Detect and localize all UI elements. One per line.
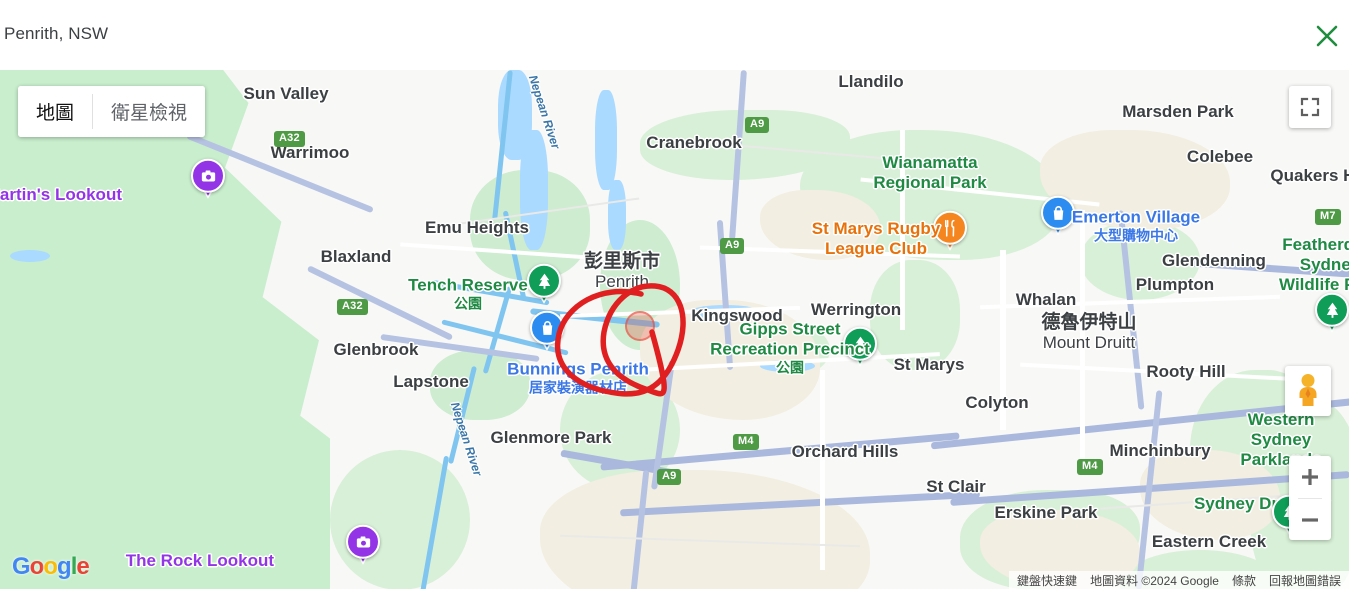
zoom-out-button[interactable] — [1289, 499, 1331, 541]
map-poi-label[interactable]: Tench Reserve 公園 — [408, 276, 528, 313]
close-button[interactable] — [1309, 18, 1345, 54]
map-canvas[interactable]: Sun Valley Llandilo Marsden Park Warrimoo Cr… — [0, 70, 1349, 589]
street-view-pegman-icon — [1299, 374, 1317, 406]
map-poi-label[interactable]: The Rock Lookout — [126, 551, 274, 571]
plus-icon — [1302, 469, 1318, 485]
map-type-toggle[interactable]: 地圖 衛星檢視 — [18, 86, 206, 137]
report-map-error-link[interactable]: 回報地圖錯誤 — [1269, 572, 1341, 589]
map-poi-label[interactable]: St Marys Rugby League Club — [812, 219, 940, 259]
zoom-controls[interactable] — [1289, 456, 1331, 540]
map-type-map-button[interactable]: 地圖 — [18, 86, 93, 137]
page-title: Penrith, NSW — [4, 24, 109, 43]
map-poi-pin[interactable] — [346, 524, 380, 567]
google-logo[interactable]: Google — [12, 553, 90, 581]
map-poi-label[interactable]: Martin's Lookout — [0, 185, 122, 205]
terms-link[interactable]: 條款 — [1232, 572, 1256, 589]
map-poi-layer: Martin's Lookout Tench Reserve公園 Bunnings … — [0, 70, 1349, 589]
street-view-pegman-button[interactable] — [1285, 366, 1331, 416]
map-poi-label[interactable]: Emerton Village 大型購物中心 — [1072, 208, 1200, 245]
minus-icon — [1302, 518, 1318, 522]
map-poi-label[interactable]: Gipps Street Recreation Precinct 公園 — [710, 320, 870, 377]
map-poi-pin[interactable] — [1041, 195, 1075, 238]
fullscreen-button[interactable] — [1289, 86, 1331, 128]
map-data-text: 地圖資料 ©2024 Google — [1090, 573, 1219, 588]
keyboard-shortcuts-link[interactable]: 鍵盤快速鍵 — [1017, 572, 1077, 589]
map-poi-pin[interactable] — [530, 310, 564, 353]
attribution-bar: 鍵盤快速鍵 地圖資料 ©2024 Google 條款 回報地圖錯誤 — [1009, 571, 1349, 589]
zoom-in-button[interactable] — [1289, 456, 1331, 498]
close-icon — [1316, 25, 1338, 47]
map-dialog: Penrith, NSW Sun Valley Llandilo Marsden… — [0, 0, 1349, 589]
map-type-satellite-button[interactable]: 衛星檢視 — [93, 86, 206, 137]
map-poi-pin[interactable] — [191, 158, 225, 201]
location-marker-dot — [625, 311, 655, 341]
map-poi-label[interactable]: Bunnings Penrith 居家裝潢器材店 — [507, 360, 649, 397]
dialog-header: Penrith, NSW — [0, 0, 1349, 70]
map-poi-pin[interactable] — [527, 263, 561, 306]
fullscreen-icon — [1300, 97, 1320, 117]
map-poi-pin[interactable] — [1315, 292, 1349, 335]
